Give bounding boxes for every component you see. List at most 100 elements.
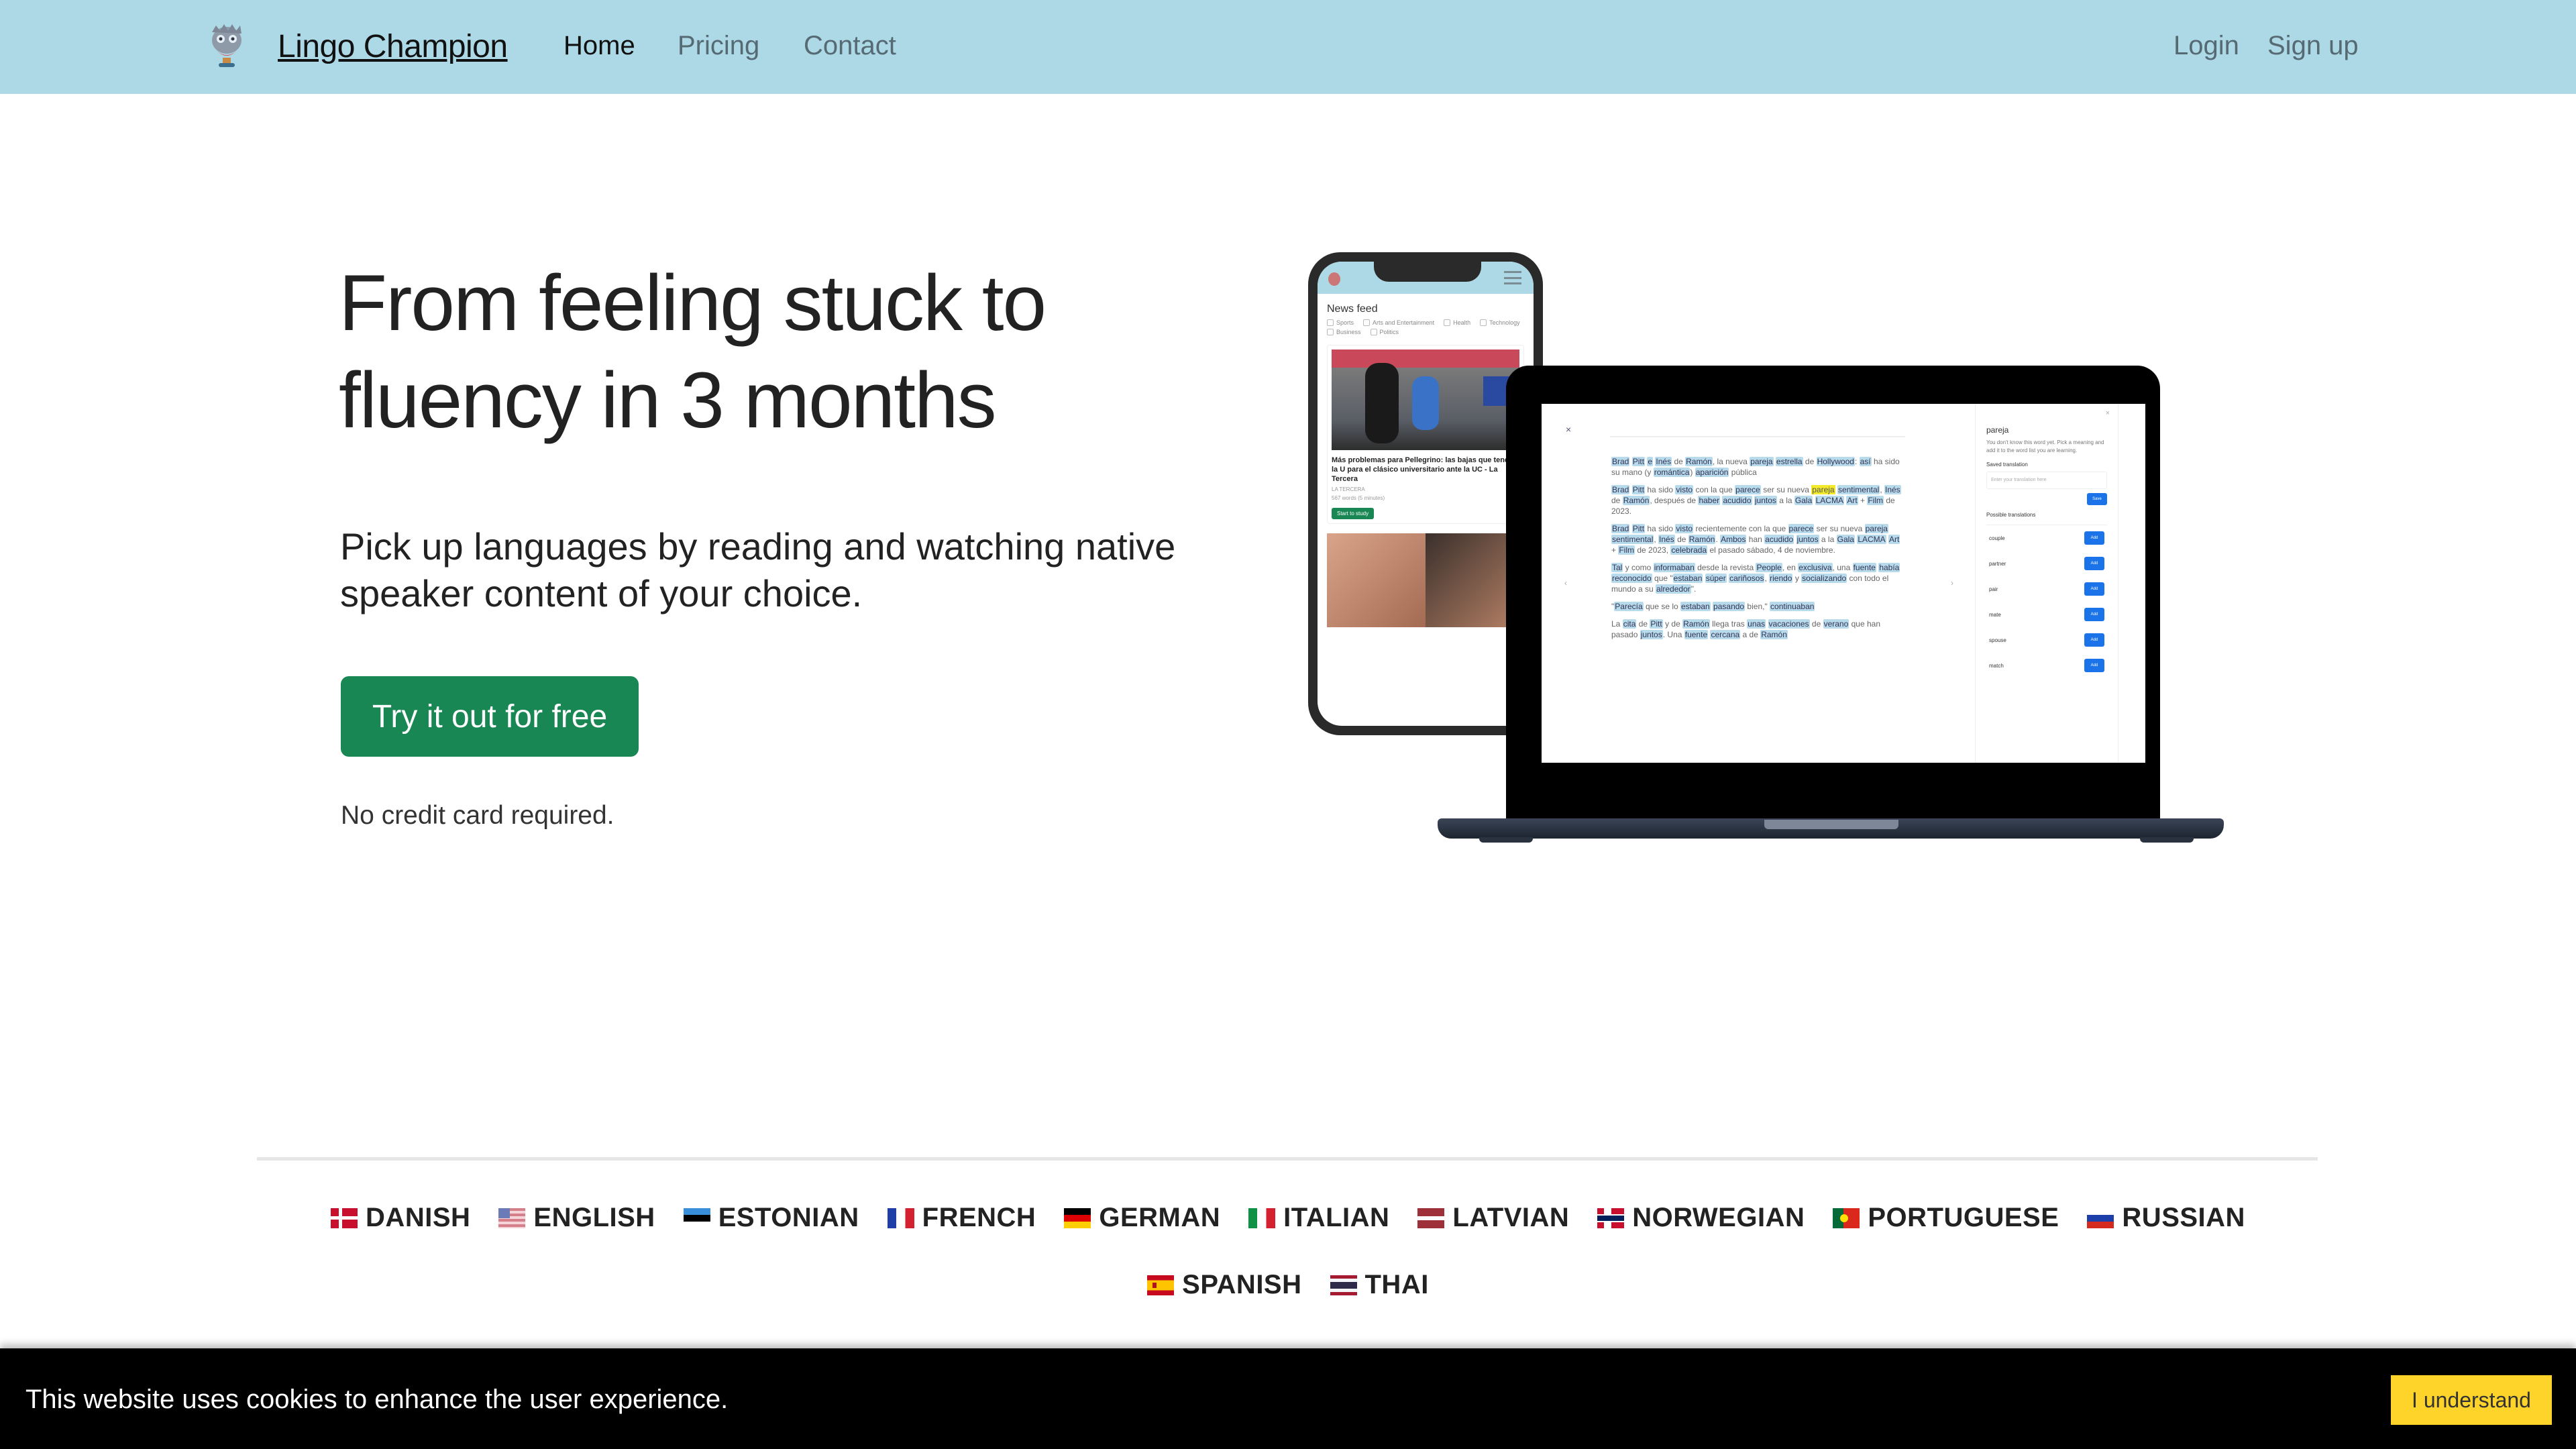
language-label: DANISH [366, 1203, 471, 1232]
language-link-portuguese[interactable]: PORTUGUESE [1833, 1203, 2059, 1233]
unknown-word-highlight: estaban [1680, 602, 1711, 611]
language-label: LATVIAN [1452, 1203, 1570, 1232]
translation-row: mate Add [1986, 602, 2107, 627]
unknown-word-highlight: juntos [1796, 535, 1819, 544]
flag-fr-icon [887, 1208, 914, 1228]
news-feed-title: News feed [1327, 303, 1378, 315]
unknown-word-highlight: juntos [1640, 630, 1663, 639]
unknown-word-highlight: e [1647, 457, 1654, 466]
nav-home[interactable]: Home [564, 31, 635, 61]
unknown-word-highlight: Brad [1611, 457, 1630, 466]
language-label: GERMAN [1099, 1203, 1221, 1232]
article-paragraph: Brad Pitt e Inés de Ramón, la nueva pare… [1611, 457, 1900, 477]
translation-input: Enter your translation here [1986, 472, 2107, 489]
unknown-word-highlight: acudido [1764, 535, 1794, 544]
flag-lv-icon [1417, 1208, 1445, 1228]
unknown-word-highlight: informaban [1653, 563, 1695, 572]
possible-translations-label: Possible translations [1986, 512, 2036, 518]
article-paragraph: Tal y como informaban desde la revista P… [1611, 563, 1900, 594]
try-free-button[interactable]: Try it out for free [341, 676, 639, 757]
laptop-foot [2140, 837, 2194, 843]
language-link-thai[interactable]: THAI [1330, 1270, 1429, 1300]
hamburger-menu-icon [1504, 271, 1521, 284]
language-label: SPANISH [1182, 1270, 1302, 1299]
language-link-russian[interactable]: RUSSIAN [2087, 1203, 2245, 1233]
divider [1610, 436, 1905, 437]
unknown-word-highlight: Pitt [1650, 619, 1663, 629]
language-link-danish[interactable]: DANISH [331, 1203, 470, 1233]
brand-logo[interactable] [207, 23, 247, 70]
unknown-word-highlight: cercana [1710, 630, 1741, 639]
unknown-word-highlight: Brad [1611, 485, 1630, 494]
unknown-word-highlight: vacaciones [1768, 619, 1810, 629]
unknown-word-highlight: juntos [1754, 496, 1777, 505]
unknown-word-highlight: había [1878, 563, 1900, 572]
unknown-word-highlight: Brad [1611, 524, 1630, 533]
unknown-word-highlight: Ramón [1685, 457, 1713, 466]
article-paragraph: La cita de Pitt y de Ramón llega tras un… [1611, 619, 1880, 639]
saved-translation-label: Saved translation [1986, 462, 2028, 468]
translation-row: partner Add [1986, 551, 2107, 576]
language-link-italian[interactable]: ITALIAN [1248, 1203, 1389, 1233]
translation-list: couple Add partner Add pair Add mate Add spouse A… [1986, 525, 2107, 678]
language-link-latvian[interactable]: LATVIAN [1417, 1203, 1569, 1233]
translation-text: partner [1989, 560, 2006, 567]
language-link-estonian[interactable]: ESTONIAN [683, 1203, 859, 1233]
news-card: Más problemas para Pellegrino: las bajas… [1327, 345, 1524, 524]
language-link-english[interactable]: ENGLISH [498, 1203, 655, 1233]
section-divider [257, 1157, 2318, 1161]
add-translation-button: Add [2084, 582, 2104, 596]
save-translation-button: Save [2087, 493, 2107, 505]
language-label: ESTONIAN [718, 1203, 859, 1232]
language-link-norwegian[interactable]: NORWEGIAN [1597, 1203, 1805, 1233]
login-link[interactable]: Login [2174, 31, 2239, 61]
unknown-word-highlight: acudido [1722, 496, 1752, 505]
owl-mascot-icon [212, 24, 241, 67]
translation-row: couple Add [1986, 525, 2107, 551]
add-translation-button: Add [2084, 557, 2104, 570]
accept-cookies-button[interactable]: I understand [2391, 1375, 2552, 1425]
cookie-message: This website uses cookies to enhance the… [25, 1385, 729, 1414]
article-paragraph: "Parecía que se lo estaban pasando bien,… [1611, 602, 1815, 611]
selected-word-highlight: pareja [1811, 485, 1835, 494]
brand-name[interactable]: Lingo Champion [278, 28, 508, 65]
unknown-word-highlight: socializando [1801, 574, 1847, 583]
laptop-hinge-notch [1764, 820, 1898, 829]
unknown-word-highlight: visto [1675, 524, 1694, 533]
laptop-foot [1479, 837, 1533, 843]
unknown-word-highlight: pasando [1713, 602, 1746, 611]
news-card-meta: 567 words (5 minutes) [1332, 495, 1385, 501]
flag-de-icon [1064, 1208, 1091, 1228]
hero-subtitle-line-2: speaker content of your choice. [340, 572, 863, 614]
news-card-title: Más problemas para Pellegrino: las bajas… [1332, 456, 1517, 483]
language-link-spanish[interactable]: SPANISH [1147, 1270, 1301, 1300]
unknown-word-highlight: cita [1622, 619, 1637, 629]
translation-text: couple [1989, 535, 2005, 541]
unknown-word-highlight: parece [1735, 485, 1761, 494]
unknown-word-highlight: Pitt [1631, 457, 1646, 466]
translation-row: spouse Add [1986, 627, 2107, 653]
category-checkbox: Arts and Entertainment [1363, 319, 1434, 326]
nav-pricing[interactable]: Pricing [678, 31, 759, 61]
add-translation-button: Add [2084, 608, 2104, 621]
phone-screen: News feed Sports Arts and Entertainment … [1318, 262, 1534, 726]
language-link-german[interactable]: GERMAN [1064, 1203, 1220, 1233]
hero-title: From feeling stuck to fluency in 3 month… [339, 255, 1278, 449]
mini-logo-icon [1328, 272, 1340, 286]
unknown-word-highlight: Gala [1794, 496, 1813, 505]
language-link-french[interactable]: FRENCH [887, 1203, 1036, 1233]
unknown-word-highlight: parece [1788, 524, 1815, 533]
unknown-word-highlight: unas [1747, 619, 1766, 629]
signup-link[interactable]: Sign up [2267, 31, 2359, 61]
flag-th-icon [1330, 1275, 1357, 1295]
unknown-word-highlight: pareja [1750, 457, 1774, 466]
nav-contact[interactable]: Contact [804, 31, 896, 61]
unknown-word-highlight: Ramón [1760, 630, 1788, 639]
unknown-word-highlight: fuente [1684, 630, 1709, 639]
close-icon: × [2105, 409, 2110, 417]
category-filters: Sports Arts and Entertainment Health Tec… [1318, 319, 1534, 335]
unknown-word-highlight: Ambos [1720, 535, 1747, 544]
unknown-word-highlight: Inés [1655, 457, 1672, 466]
unknown-word-highlight: Ramón [1622, 496, 1650, 505]
unknown-word-highlight: verano [1823, 619, 1849, 629]
